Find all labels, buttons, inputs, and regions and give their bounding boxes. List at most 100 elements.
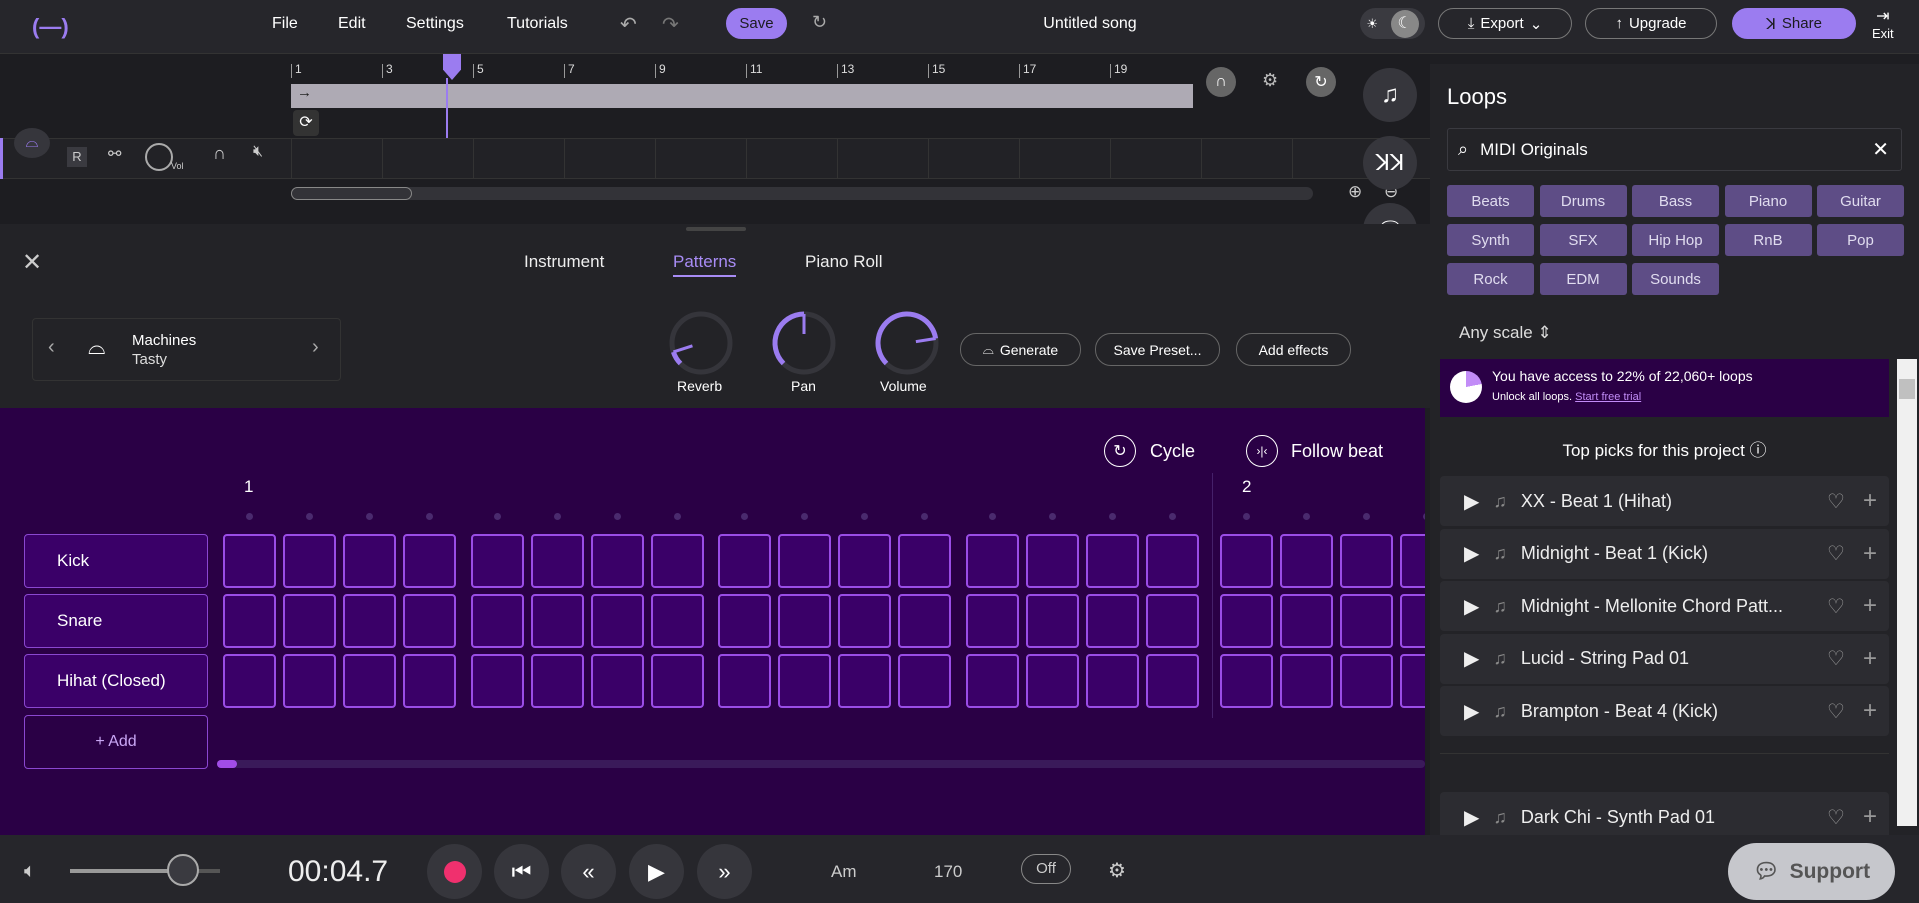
- loops-scrollbar[interactable]: [1897, 359, 1917, 826]
- filter-chip[interactable]: Hip Hop: [1632, 224, 1719, 256]
- add-icon[interactable]: +: [1863, 645, 1877, 673]
- record-button[interactable]: [427, 844, 482, 899]
- loop-item[interactable]: ▶ ♫ Brampton - Beat 4 (Kick) ♡ +: [1440, 686, 1889, 737]
- play-icon[interactable]: ▶: [1464, 541, 1479, 566]
- app-logo[interactable]: (—): [32, 14, 69, 40]
- step-cell[interactable]: [1400, 654, 1425, 708]
- speaker-icon[interactable]: 🔈︎: [24, 860, 36, 883]
- filter-chip[interactable]: Rock: [1447, 263, 1534, 295]
- step-cell[interactable]: [343, 594, 396, 648]
- heart-icon[interactable]: ♡: [1827, 699, 1845, 724]
- step-cell[interactable]: [650, 534, 704, 588]
- search-input[interactable]: MIDI Originals: [1480, 140, 1588, 160]
- heart-icon[interactable]: ♡: [1827, 541, 1845, 566]
- step-cell[interactable]: [530, 654, 584, 708]
- heart-icon[interactable]: ♡: [1827, 594, 1845, 619]
- upgrade-button[interactable]: ↑ Upgrade: [1585, 8, 1717, 39]
- step-cell[interactable]: [470, 594, 524, 648]
- step-cell[interactable]: [283, 534, 336, 588]
- metronome-toggle[interactable]: Off: [1021, 854, 1071, 884]
- loop-region[interactable]: →: [291, 84, 1193, 108]
- step-cell[interactable]: [898, 594, 952, 648]
- play-icon[interactable]: ▶: [1464, 699, 1479, 724]
- step-cell[interactable]: [1280, 594, 1334, 648]
- step-cell[interactable]: [1025, 594, 1079, 648]
- master-volume-slider[interactable]: [70, 854, 220, 886]
- step-cell[interactable]: [1220, 654, 1274, 708]
- filter-chip[interactable]: Guitar: [1817, 185, 1904, 217]
- add-icon[interactable]: +: [1863, 803, 1877, 831]
- filter-chip[interactable]: Bass: [1632, 185, 1719, 217]
- tab-piano-roll[interactable]: Piano Roll: [805, 252, 883, 272]
- heart-icon[interactable]: ♡: [1827, 805, 1845, 830]
- add-icon[interactable]: +: [1863, 697, 1877, 725]
- step-cell[interactable]: [650, 594, 704, 648]
- automation-icon[interactable]: ⚯: [108, 144, 121, 164]
- filter-chip[interactable]: Pop: [1817, 224, 1904, 256]
- play-icon[interactable]: ▶: [629, 844, 684, 899]
- info-icon[interactable]: ⓘ: [1750, 441, 1767, 460]
- timeline-scrollbar[interactable]: [291, 187, 1313, 200]
- theme-toggle[interactable]: ☀ ☾: [1360, 8, 1425, 39]
- scale-selector[interactable]: Any scale ⇕: [1459, 323, 1552, 343]
- step-cell[interactable]: [403, 534, 456, 588]
- step-cell[interactable]: [1025, 534, 1079, 588]
- menu-edit[interactable]: Edit: [338, 15, 366, 33]
- play-icon[interactable]: ▶: [1464, 805, 1479, 830]
- step-cell[interactable]: [965, 594, 1019, 648]
- tab-patterns[interactable]: Patterns: [673, 252, 737, 277]
- step-cell[interactable]: [470, 654, 524, 708]
- step-cell[interactable]: [1400, 594, 1425, 648]
- step-cell[interactable]: [1220, 594, 1274, 648]
- step-cell[interactable]: [223, 534, 276, 588]
- step-cell[interactable]: [838, 594, 892, 648]
- knob-reverb[interactable]: [669, 311, 733, 375]
- tab-instrument[interactable]: Instrument: [524, 252, 604, 272]
- exit-button[interactable]: ⇥ Exit: [1872, 6, 1894, 41]
- step-cell[interactable]: [343, 534, 396, 588]
- filter-chip[interactable]: Piano: [1724, 185, 1812, 217]
- step-cell[interactable]: [965, 654, 1019, 708]
- step-cell[interactable]: [965, 534, 1019, 588]
- step-cell[interactable]: [718, 534, 772, 588]
- key-display[interactable]: Am: [831, 862, 857, 882]
- step-cell[interactable]: [1085, 654, 1139, 708]
- step-cell[interactable]: [1145, 534, 1199, 588]
- share-button[interactable]: ꓘ Share: [1732, 8, 1856, 39]
- filter-chip[interactable]: Beats: [1447, 185, 1534, 217]
- loops-search[interactable]: ⌕ MIDI Originals ✕: [1447, 128, 1902, 171]
- knobs[interactable]: [660, 305, 960, 385]
- step-cell[interactable]: [1340, 594, 1394, 648]
- clear-search-icon[interactable]: ✕: [1872, 137, 1889, 162]
- save-button[interactable]: Save: [726, 8, 787, 39]
- step-cell[interactable]: [1145, 654, 1199, 708]
- headphones-icon[interactable]: ∩: [213, 143, 226, 164]
- step-cell[interactable]: [778, 654, 832, 708]
- scrollbar-thumb[interactable]: [1899, 379, 1915, 399]
- add-icon[interactable]: +: [1863, 592, 1877, 620]
- step-cell[interactable]: [590, 654, 644, 708]
- zoom-in-icon[interactable]: ⊕: [1348, 182, 1362, 202]
- play-icon[interactable]: ▶: [1464, 489, 1479, 514]
- step-cell[interactable]: [1085, 534, 1139, 588]
- step-cell[interactable]: [223, 594, 276, 648]
- step-cell[interactable]: [650, 654, 704, 708]
- filter-chip[interactable]: EDM: [1539, 263, 1627, 295]
- resize-handle[interactable]: [686, 227, 746, 231]
- history-icon[interactable]: ↻: [812, 12, 827, 33]
- step-cell[interactable]: [718, 594, 772, 648]
- settings-gear-icon[interactable]: ⚙: [1108, 858, 1126, 883]
- heart-icon[interactable]: ♡: [1827, 489, 1845, 514]
- redo-icon[interactable]: ↷: [662, 12, 679, 37]
- filter-chip[interactable]: Synth: [1447, 224, 1534, 256]
- volume-knob[interactable]: Vol: [145, 143, 184, 171]
- filter-chip[interactable]: SFX: [1539, 224, 1627, 256]
- step-cell[interactable]: [590, 534, 644, 588]
- step-cell[interactable]: [590, 594, 644, 648]
- heart-icon[interactable]: ♡: [1827, 646, 1845, 671]
- chevron-left-icon[interactable]: ‹: [48, 336, 55, 359]
- step-cell[interactable]: [778, 594, 832, 648]
- loop-item[interactable]: ▶ ♫ XX - Beat 1 (Hihat) ♡ +: [1440, 476, 1889, 526]
- step-cell[interactable]: [283, 594, 336, 648]
- loop-icon[interactable]: ↻: [1306, 67, 1336, 97]
